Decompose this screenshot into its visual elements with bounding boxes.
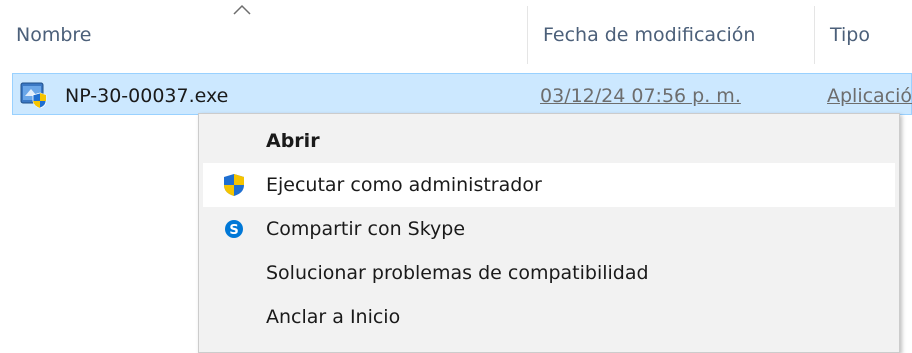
- menu-item-run-as-admin[interactable]: Ejecutar como administrador: [203, 163, 895, 207]
- file-row[interactable]: NP-30-00037.exe 03/12/24 07:56 p. m. Apl…: [12, 73, 912, 115]
- menu-item-label: Ejecutar como administrador: [266, 174, 542, 196]
- menu-item-pin-start[interactable]: Anclar a Inicio: [203, 295, 895, 339]
- column-header-name[interactable]: Nombre: [0, 0, 527, 70]
- menu-item-open[interactable]: Abrir: [203, 119, 895, 163]
- column-header-type[interactable]: Tipo: [814, 0, 912, 70]
- menu-item-label: Compartir con Skype: [266, 218, 466, 240]
- menu-item-troubleshoot-compat[interactable]: Solucionar problemas de compatibilidad: [203, 251, 895, 295]
- column-header-modified[interactable]: Fecha de modificación: [527, 0, 814, 70]
- uac-shield-icon: [224, 174, 244, 196]
- menu-item-label: Abrir: [266, 130, 320, 152]
- context-menu: Abrir Ejecutar como administrador S Comp…: [198, 113, 900, 353]
- skype-icon: S: [225, 220, 243, 238]
- file-type: Aplicación: [827, 85, 912, 107]
- menu-item-share-skype[interactable]: S Compartir con Skype: [203, 207, 895, 251]
- file-name[interactable]: NP-30-00037.exe: [65, 74, 228, 114]
- menu-item-label: Anclar a Inicio: [266, 306, 401, 328]
- column-header-bar: Nombre Fecha de modificación Tipo: [0, 0, 912, 70]
- svg-text:S: S: [229, 223, 238, 238]
- menu-item-label: Solucionar problemas de compatibilidad: [266, 262, 649, 284]
- file-modified-date: 03/12/24 07:56 p. m.: [540, 85, 741, 107]
- exe-shield-icon: [20, 82, 47, 108]
